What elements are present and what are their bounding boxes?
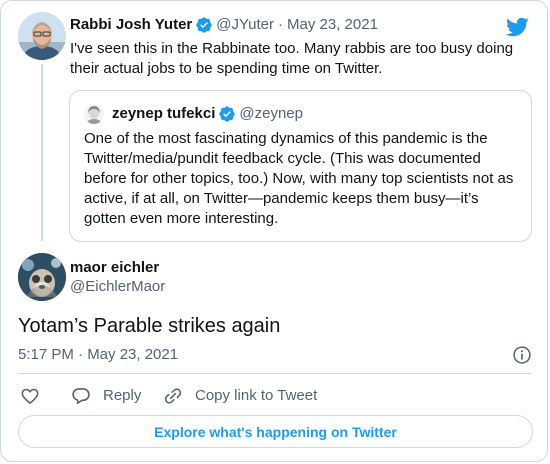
explore-button[interactable]: Explore what's happening on Twitter xyxy=(18,415,533,448)
link-icon xyxy=(164,388,182,404)
quoted-author-name: zeynep tufekci xyxy=(112,105,216,122)
like-button[interactable] xyxy=(20,385,40,407)
quoted-tweet-header: zeynep tufekci @zeynep xyxy=(84,104,303,124)
verified-badge-icon xyxy=(219,106,236,122)
parent-author-name[interactable]: Rabbi Josh Yuter xyxy=(70,15,192,35)
twitter-bird-icon[interactable] xyxy=(505,15,529,39)
heart-icon xyxy=(21,388,39,404)
embedded-tweet-card: Rabbi Josh Yuter @JYuter · May 23, 2021 … xyxy=(0,0,548,462)
quoted-tweet-text: One of the most fascinating dynamics of … xyxy=(84,130,514,227)
reply-label: Reply xyxy=(103,387,142,404)
parent-tweet-text: I've seen this in the Rabbinate too. Man… xyxy=(70,40,514,77)
tweet-timestamp[interactable]: 5:17 PM · May 23, 2021 xyxy=(18,345,178,365)
action-divider xyxy=(18,373,532,374)
reply-icon xyxy=(72,388,90,404)
main-tweet-text: Yotam’s Parable strikes again xyxy=(18,315,281,337)
main-author-name[interactable]: maor eichler xyxy=(70,258,159,278)
copy-link-label: Copy link to Tweet xyxy=(195,387,318,404)
parent-author-handle[interactable]: @JYuter xyxy=(216,15,274,35)
quoted-author-avatar xyxy=(84,104,104,124)
header-separator: · xyxy=(278,16,284,33)
info-icon[interactable] xyxy=(512,345,532,365)
parent-tweet-date[interactable]: May 23, 2021 xyxy=(287,15,378,35)
parent-tweet-header: Rabbi Josh Yuter @JYuter · May 23, 2021 xyxy=(70,15,378,35)
main-author-avatar[interactable] xyxy=(18,253,66,301)
quoted-author-handle: @zeynep xyxy=(239,105,303,122)
main-author-handle[interactable]: @EichlerMaor xyxy=(70,277,165,297)
quoted-tweet[interactable]: zeynep tufekci @zeynep One of the most f… xyxy=(69,90,532,242)
parent-author-avatar[interactable] xyxy=(18,12,66,60)
thread-connector-line xyxy=(41,64,43,241)
reply-button[interactable]: Reply xyxy=(71,385,141,407)
verified-badge-icon xyxy=(196,17,212,33)
copy-link-button[interactable]: Copy link to Tweet xyxy=(163,385,317,407)
